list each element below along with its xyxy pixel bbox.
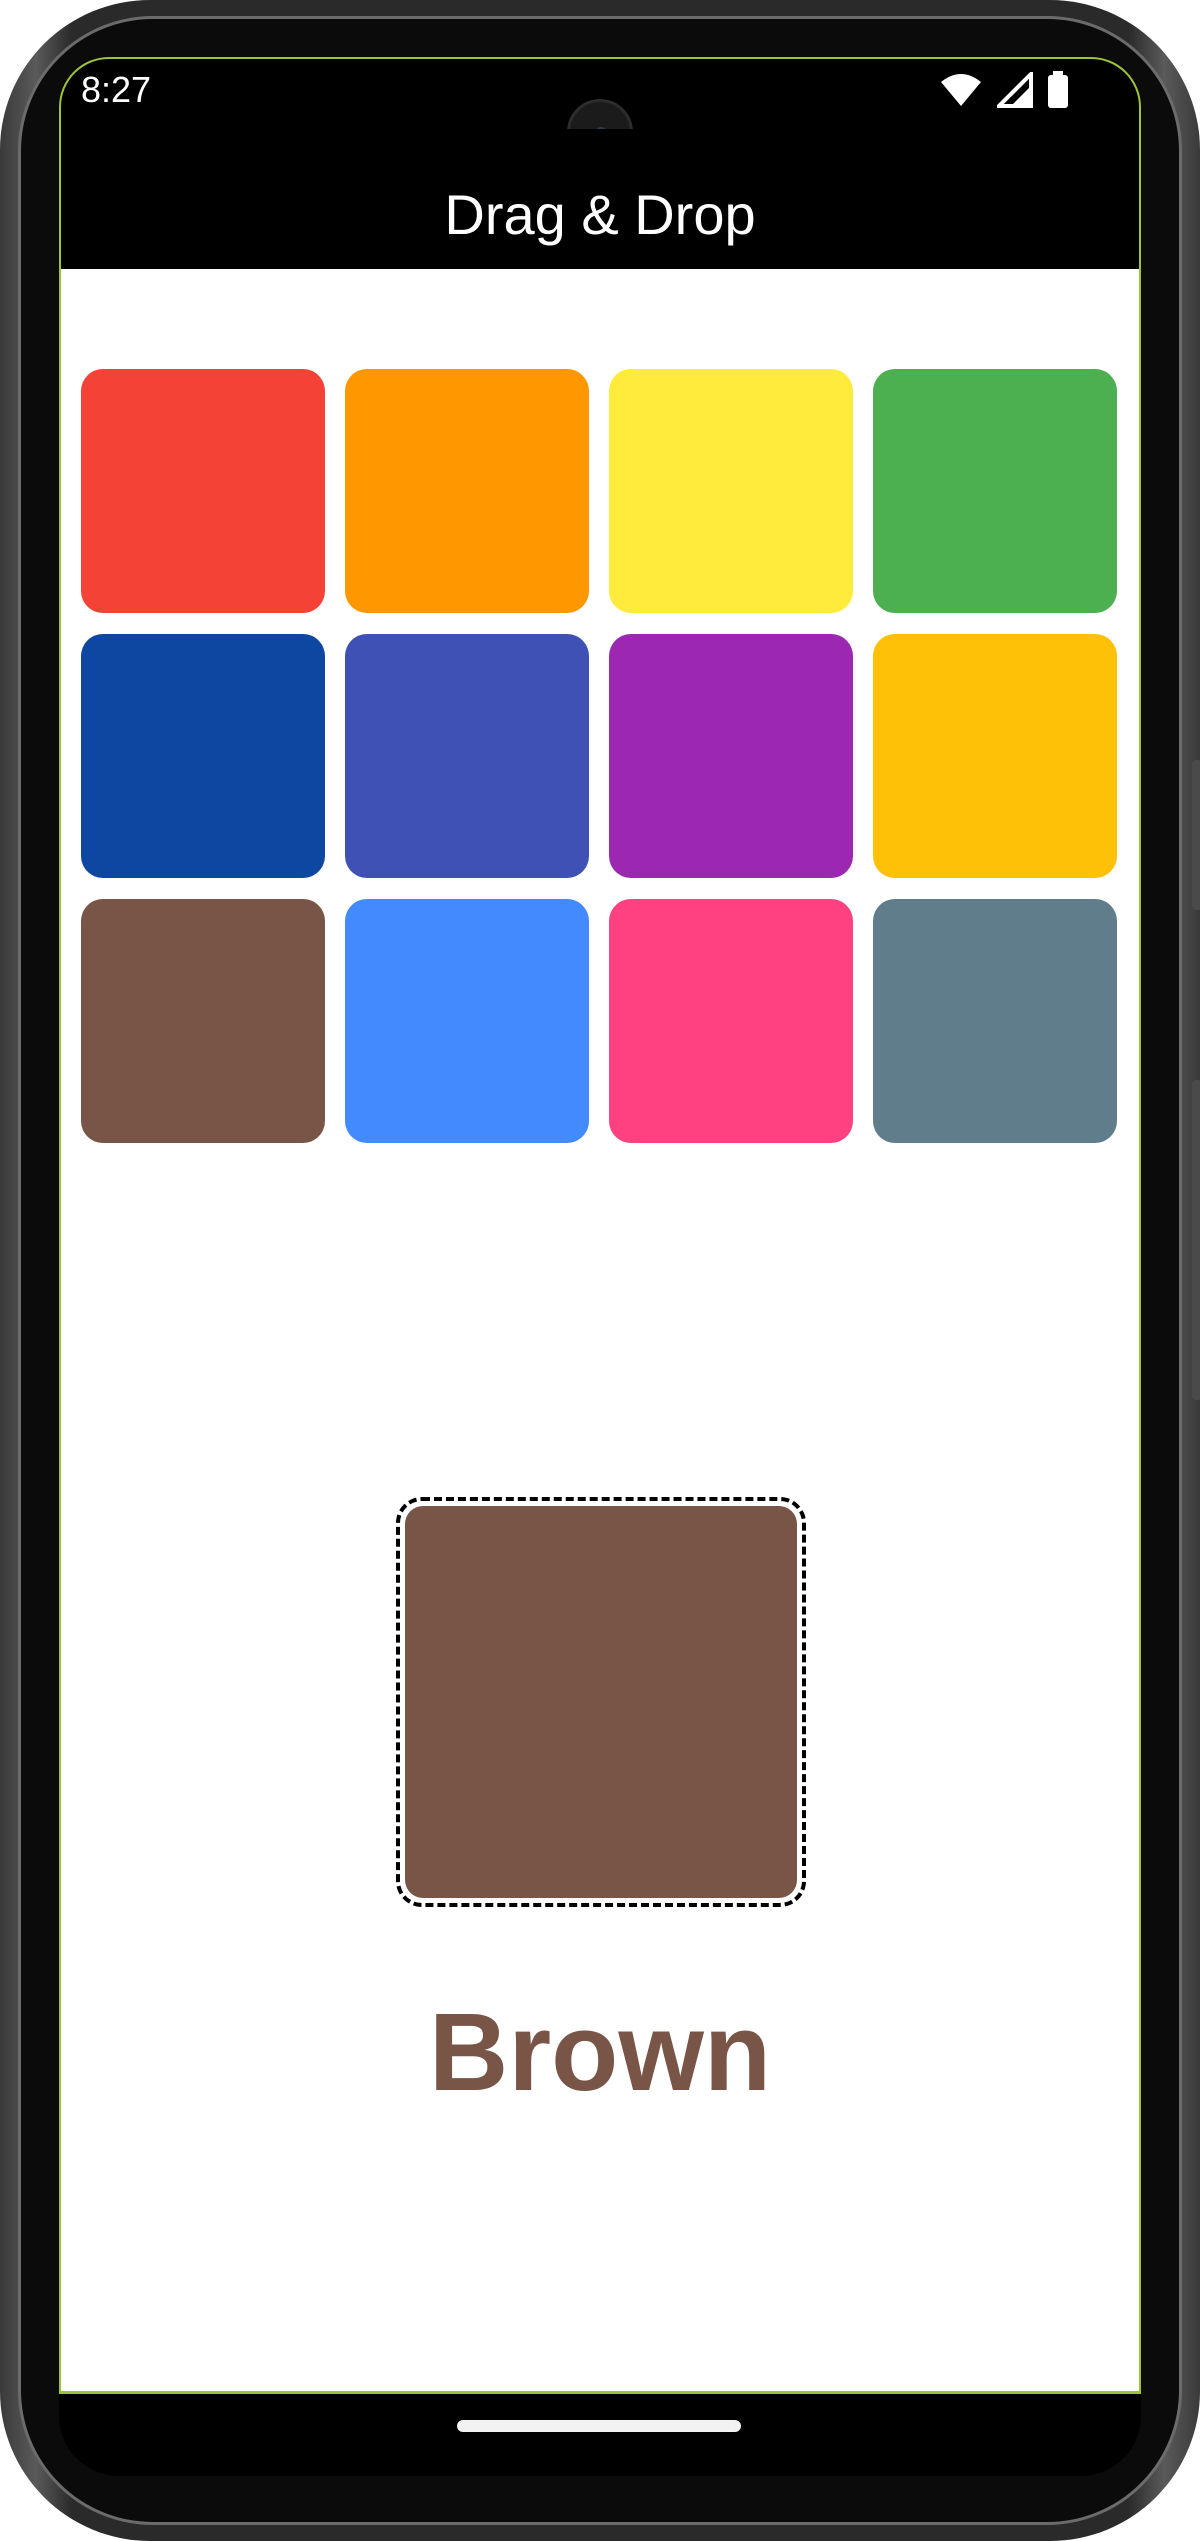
- screen: 8:27 Drag & Drop Brown: [59, 57, 1141, 2393]
- navigation-bar: [59, 2394, 1141, 2476]
- signal-icon: [997, 72, 1033, 108]
- drop-target[interactable]: [396, 1497, 806, 1907]
- wifi-icon: [941, 74, 981, 106]
- status-time: 8:27: [81, 69, 152, 110]
- color-tile-indigo[interactable]: [345, 634, 589, 878]
- color-tile-pink[interactable]: [609, 899, 853, 1143]
- color-tile-green[interactable]: [873, 369, 1117, 613]
- power-button: [1192, 760, 1200, 910]
- color-tile-blue-grey[interactable]: [873, 899, 1117, 1143]
- home-indicator[interactable]: [457, 2420, 741, 2432]
- color-tile-dark-blue[interactable]: [81, 634, 325, 878]
- app-title: Drag & Drop: [444, 182, 756, 246]
- result-label: Brown: [428, 1991, 772, 2114]
- volume-button: [1192, 1080, 1200, 1400]
- color-tile-red[interactable]: [81, 369, 325, 613]
- status-icons: [939, 71, 1069, 109]
- main-content: Brown: [61, 269, 1139, 2393]
- color-tile-blue[interactable]: [345, 899, 589, 1143]
- drop-target-fill: [405, 1506, 797, 1898]
- color-tile-orange[interactable]: [345, 369, 589, 613]
- color-tile-purple[interactable]: [609, 634, 853, 878]
- color-tile-brown[interactable]: [81, 899, 325, 1143]
- color-tile-yellow[interactable]: [609, 369, 853, 613]
- color-grid: [81, 369, 1123, 1143]
- app-bar: Drag & Drop: [61, 129, 1139, 269]
- battery-icon: [1048, 71, 1068, 108]
- color-tile-amber[interactable]: [873, 634, 1117, 878]
